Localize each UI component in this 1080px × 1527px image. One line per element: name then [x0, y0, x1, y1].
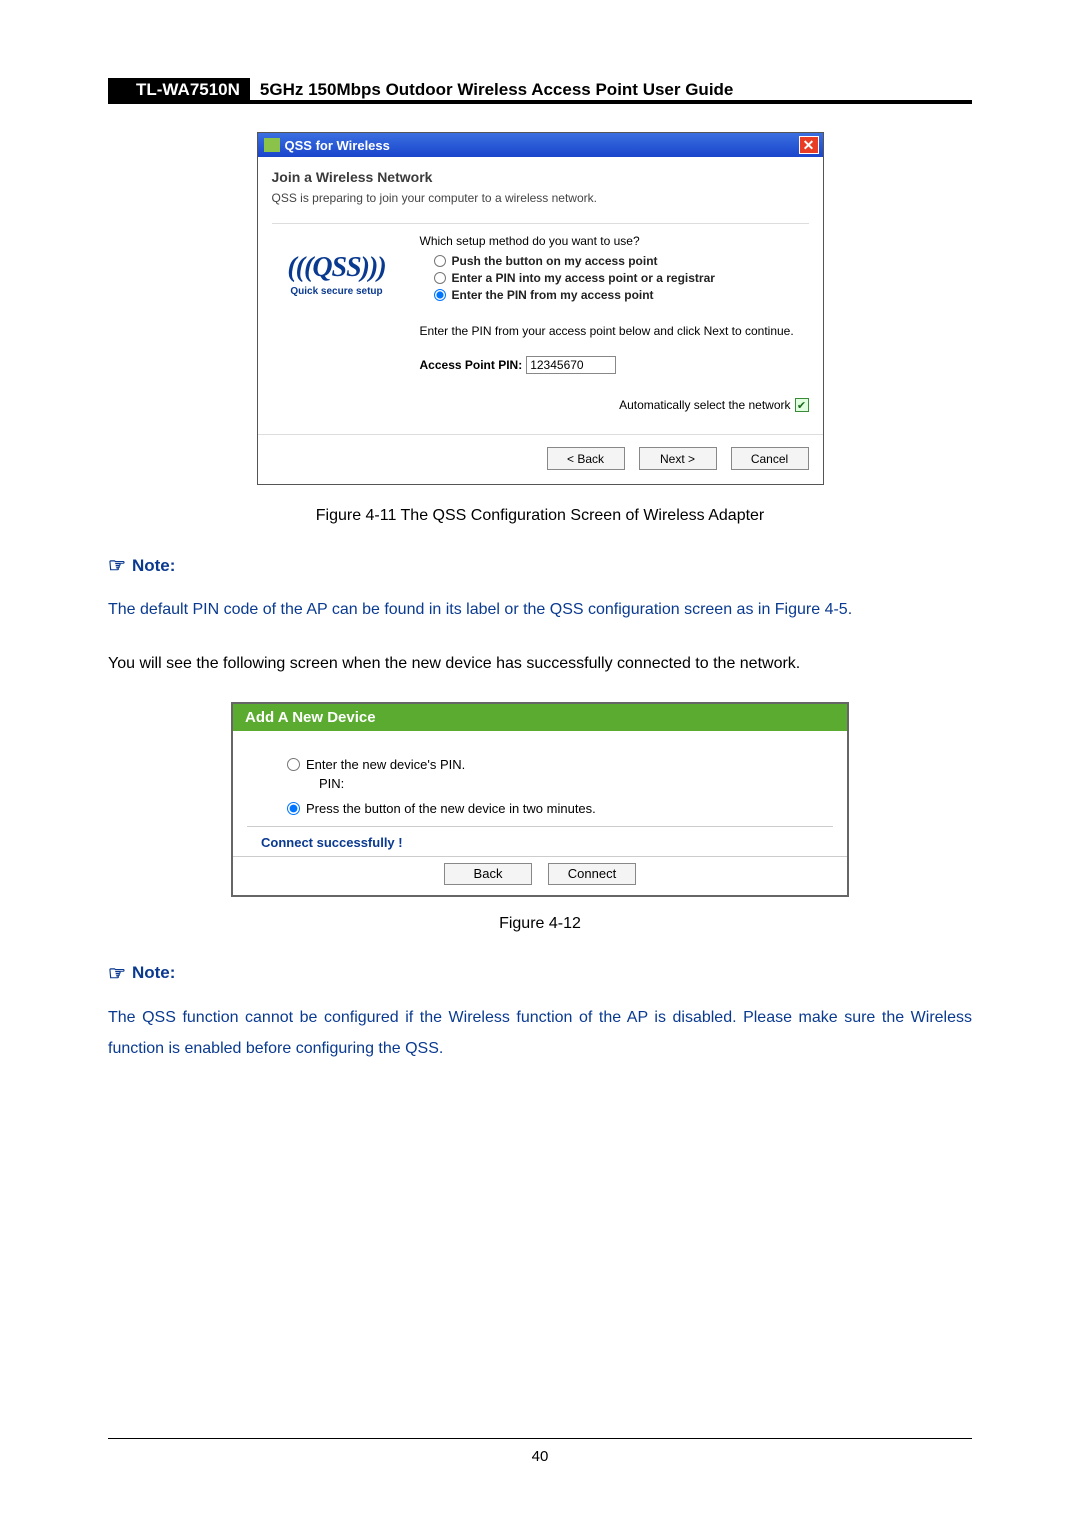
device-pin-label: PIN: [319, 776, 833, 791]
transition-text: You will see the following screen when t… [108, 649, 972, 679]
back-button[interactable]: < Back [547, 447, 625, 470]
footer-rule [108, 1438, 972, 1439]
qss-question: Which setup method do you want to use? [420, 234, 809, 248]
option-enter-device-pin[interactable]: Enter the new device's PIN. [287, 757, 833, 772]
figure-4-11-caption: Figure 4-11 The QSS Configuration Screen… [108, 507, 972, 525]
qss-app-icon [264, 138, 280, 152]
cancel-button[interactable]: Cancel [731, 447, 809, 470]
divider [247, 826, 833, 827]
divider [272, 223, 809, 224]
radio-press-button[interactable] [287, 802, 300, 815]
radio-enter-pin-reg[interactable] [434, 272, 446, 284]
radio-enter-pin-ap[interactable] [434, 289, 446, 301]
qss-logo: (((QSS))) [272, 252, 402, 284]
note-label-1: Note: [132, 556, 175, 576]
qss-logo-caption: Quick secure setup [272, 286, 402, 297]
add-device-footer: Back Connect [233, 856, 847, 895]
qss-dialog: QSS for Wireless ✕ Join a Wireless Netwo… [257, 132, 824, 485]
checkbox-checked-icon[interactable]: ✔ [795, 398, 809, 412]
option-press-button-label: Press the button of the new device in tw… [306, 801, 596, 816]
note-marker-2: ☞ Note: [108, 961, 972, 986]
qss-titlebar: QSS for Wireless ✕ [258, 133, 823, 157]
access-point-pin-row: Access Point PIN: [420, 356, 809, 374]
model-badge: TL-WA7510N [108, 78, 250, 100]
option-enter-device-pin-label: Enter the new device's PIN. [306, 757, 465, 772]
option-enter-pin-reg-label: Enter a PIN into my access point or a re… [452, 271, 715, 285]
radio-enter-device-pin[interactable] [287, 758, 300, 771]
option-push-label: Push the button on my access point [452, 254, 658, 268]
qss-heading: Join a Wireless Network [272, 169, 809, 185]
pointing-hand-icon: ☞ [108, 553, 126, 578]
option-push-button[interactable]: Push the button on my access point [434, 254, 809, 268]
guide-title: 5GHz 150Mbps Outdoor Wireless Access Poi… [250, 78, 733, 100]
auto-select-row[interactable]: Automatically select the network ✔ [420, 398, 809, 412]
note-2-text: The QSS function cannot be configured if… [108, 1002, 972, 1064]
add-device-panel: Add A New Device Enter the new device's … [231, 702, 849, 897]
close-icon[interactable]: ✕ [799, 136, 819, 154]
note-label-2: Note: [132, 963, 175, 983]
note-1-text: The default PIN code of the AP can be fo… [108, 594, 972, 625]
option-press-button[interactable]: Press the button of the new device in tw… [287, 801, 833, 816]
option-enter-pin-ap[interactable]: Enter the PIN from my access point [434, 288, 809, 302]
qss-window-title: QSS for Wireless [285, 138, 799, 153]
qss-logo-panel: (((QSS))) Quick secure setup [272, 234, 402, 426]
qss-footer: < Back Next > Cancel [258, 434, 823, 484]
option-enter-pin-registrar[interactable]: Enter a PIN into my access point or a re… [434, 271, 809, 285]
option-enter-pin-ap-label: Enter the PIN from my access point [452, 288, 654, 302]
qss-subtext: QSS is preparing to join your computer t… [272, 191, 809, 205]
pointing-hand-icon: ☞ [108, 961, 126, 986]
figure-4-12-caption: Figure 4-12 [108, 915, 972, 933]
add-device-title: Add A New Device [233, 704, 847, 731]
access-point-pin-input[interactable] [526, 356, 616, 374]
auto-select-label: Automatically select the network [619, 398, 790, 412]
access-point-pin-label: Access Point PIN: [420, 358, 523, 372]
page-header: TL-WA7510N 5GHz 150Mbps Outdoor Wireless… [108, 78, 972, 104]
connect-status: Connect successfully ! [247, 835, 833, 850]
qss-instruction: Enter the PIN from your access point bel… [420, 324, 809, 338]
back-button[interactable]: Back [444, 863, 532, 885]
page-number: 40 [0, 1448, 1080, 1465]
next-button[interactable]: Next > [639, 447, 717, 470]
radio-push[interactable] [434, 255, 446, 267]
connect-button[interactable]: Connect [548, 863, 636, 885]
note-marker-1: ☞ Note: [108, 553, 972, 578]
